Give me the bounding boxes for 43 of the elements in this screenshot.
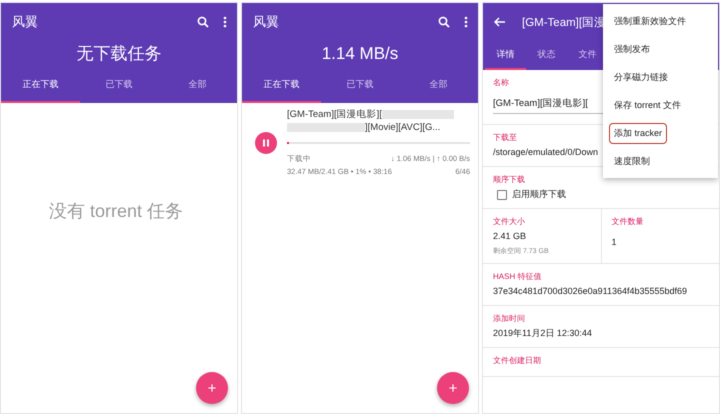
field-label: HASH 特征值 [493,271,542,282]
field-label: 文件大小 [493,216,525,227]
tab[interactable]: 正在下载 [242,67,321,103]
add-button[interactable]: + [437,372,469,404]
tab[interactable]: 详情 [485,41,526,70]
field-value: 1 [612,236,618,249]
torrent-name: [GM-Team][国漫电影][ ][Movie][AVC][G... [287,108,470,134]
empty-message: 没有 torrent 任务 [49,200,184,223]
tab[interactable]: 全部 [399,67,478,103]
tab[interactable]: 全部 [158,67,237,103]
field-label: 下载至 [493,132,517,143]
field-label: 添加时间 [493,313,525,324]
field-value: 2.41 GB [493,230,528,243]
tab[interactable]: 正在下载 [1,67,80,103]
field-label: 文件数量 [612,216,644,227]
tab[interactable]: 已下载 [80,67,158,103]
field-value: 37e34c481d700d3026e0a911364f4b35555bdf69 [493,285,688,298]
app-title: 风翼 [253,13,280,31]
menu-item[interactable]: 速度限制 [609,150,655,172]
back-arrow-icon[interactable] [494,17,506,27]
tab[interactable]: 已下载 [320,67,400,103]
field-value: /storage/emulated/0/Down [493,146,600,159]
add-button[interactable]: + [196,372,228,404]
field-label: 顺序下载 [493,174,525,185]
menu-item[interactable]: 强制发布 [609,38,655,60]
menu-item[interactable]: 添加 tracker [609,122,668,144]
more-menu-icon[interactable] [464,16,468,28]
search-icon[interactable] [438,16,450,28]
menu-item[interactable]: 分享磁力链接 [609,66,673,88]
menu-item[interactable]: 强制重新效验文件 [609,10,691,32]
field-label: 名称 [493,77,509,88]
more-menu-icon[interactable] [223,16,227,28]
field-label: 文件创建日期 [493,355,541,366]
search-icon[interactable] [197,16,209,28]
checkbox-label: 启用顺序下载 [512,188,566,201]
pause-button[interactable] [255,132,277,154]
menu-item[interactable]: 保存 torrent 文件 [609,94,686,116]
tab[interactable]: 状态 [526,41,567,70]
checkbox[interactable] [497,190,507,200]
speed-headline: 无下载任务 [76,43,162,65]
speed-headline: 1.14 MB/s [320,43,400,65]
app-title: 风翼 [12,13,39,31]
field-value: 2019年11月2日 12:30:44 [493,327,593,340]
